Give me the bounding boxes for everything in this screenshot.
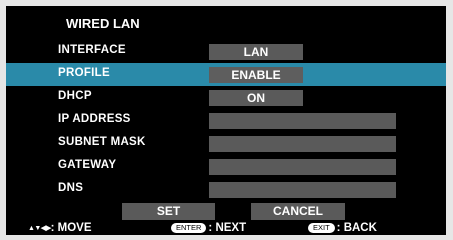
- interface-label: INTERFACE: [58, 44, 126, 56]
- arrow-keys-icon: ▲▼◀▶: [28, 225, 51, 232]
- move-hint-label: : MOVE: [50, 222, 92, 234]
- row-interface[interactable]: INTERFACE LAN: [6, 40, 446, 63]
- row-subnet-mask[interactable]: SUBNET MASK: [6, 132, 446, 155]
- row-gateway[interactable]: GATEWAY: [6, 155, 446, 178]
- ip-address-label: IP ADDRESS: [58, 113, 131, 125]
- dns-label: DNS: [58, 182, 84, 194]
- next-hint: ENTER: NEXT: [171, 222, 246, 235]
- interface-value[interactable]: LAN: [209, 44, 303, 60]
- dhcp-value[interactable]: ON: [209, 90, 303, 106]
- gateway-label: GATEWAY: [58, 159, 117, 171]
- ip-address-field[interactable]: [209, 113, 396, 129]
- row-dns[interactable]: DNS: [6, 178, 446, 201]
- set-button[interactable]: SET: [122, 203, 215, 220]
- next-hint-label: : NEXT: [208, 222, 247, 234]
- cancel-button[interactable]: CANCEL: [251, 203, 345, 220]
- dhcp-label: DHCP: [58, 90, 92, 102]
- enter-key-icon: ENTER: [171, 223, 207, 233]
- back-hint: EXIT: BACK: [308, 222, 377, 235]
- footer-hints: ▲▼◀▶: MOVE ENTER: NEXT EXIT: BACK: [6, 222, 446, 235]
- osd-screen: WIRED LAN INTERFACE LAN PROFILE ENABLE D…: [6, 6, 446, 235]
- gateway-field[interactable]: [209, 159, 396, 175]
- row-dhcp[interactable]: DHCP ON: [6, 86, 446, 109]
- row-ip-address[interactable]: IP ADDRESS: [6, 109, 446, 132]
- row-profile[interactable]: PROFILE ENABLE: [6, 63, 446, 86]
- profile-label: PROFILE: [58, 67, 110, 79]
- profile-value[interactable]: ENABLE: [209, 67, 303, 83]
- move-hint: ▲▼◀▶: MOVE: [28, 222, 92, 235]
- menu-title: WIRED LAN: [66, 16, 140, 31]
- exit-key-icon: EXIT: [308, 223, 335, 233]
- back-hint-label: : BACK: [336, 222, 377, 234]
- subnet-mask-field[interactable]: [209, 136, 396, 152]
- dns-field[interactable]: [209, 182, 396, 198]
- subnet-mask-label: SUBNET MASK: [58, 136, 146, 148]
